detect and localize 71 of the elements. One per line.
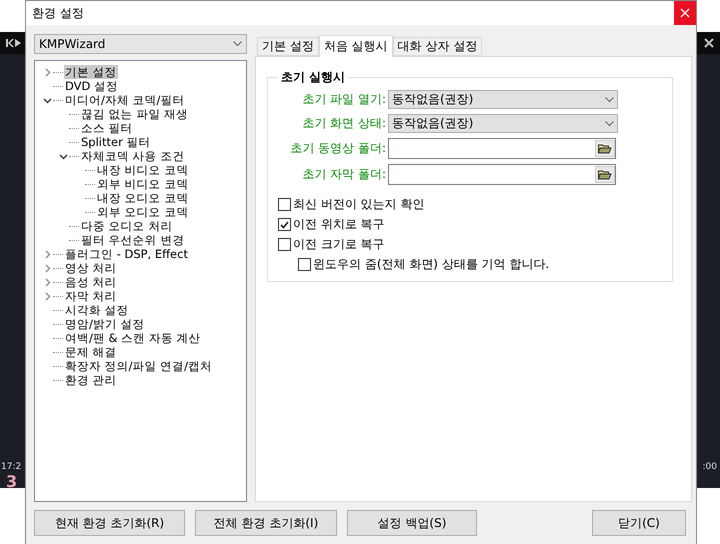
folder-input-field[interactable] (388, 138, 616, 159)
dropdown-chevron-icon (605, 96, 614, 102)
expand-chevron-icon[interactable] (43, 264, 52, 272)
checkbox-label: 최신 버전이 있는지 확인 (293, 196, 424, 213)
checkbox[interactable] (278, 218, 291, 231)
preset-dropdown[interactable]: KMPWizard (34, 34, 247, 54)
close-icon (680, 8, 690, 18)
checkbox-label: 이전 위치로 복구 (293, 216, 385, 233)
tree-item[interactable]: 기본 설정 (64, 65, 118, 79)
field-label: 초기 파일 열기: (301, 91, 386, 108)
folder-input-field[interactable] (388, 164, 616, 185)
action-button[interactable]: 현재 환경 초기화(R) (34, 510, 185, 536)
close-button[interactable] (674, 1, 696, 25)
dropdown-chevron-icon (605, 120, 614, 126)
browse-button[interactable] (595, 140, 615, 157)
expand-chevron-icon[interactable] (43, 250, 52, 258)
tree-item[interactable]: 미디어/자체 코덱/필터 (64, 93, 186, 107)
tree-item[interactable]: 내장 오디오 코덱 (96, 191, 190, 205)
counter-label: 3 (6, 472, 18, 491)
collapse-chevron-icon[interactable] (43, 96, 52, 104)
action-button[interactable]: 설정 백업(S) (347, 510, 477, 536)
tree-item[interactable]: 문제 해결 (64, 345, 118, 359)
close-dialog-button[interactable]: 닫기(C) (592, 510, 686, 536)
action-button[interactable]: 전체 환경 초기화(I) (195, 510, 337, 536)
time-label: :00 (702, 462, 717, 472)
checkbox-label: 이전 크기로 복구 (293, 236, 385, 253)
folder-icon (598, 143, 612, 154)
dropdown[interactable]: 동작없음(권장) (388, 114, 618, 133)
expand-chevron-icon[interactable] (43, 292, 52, 300)
tree-item[interactable]: 다중 오디오 처리 (80, 219, 174, 233)
tab[interactable]: 기본 설정 (257, 37, 319, 56)
window-title: 환경 설정 (31, 4, 84, 22)
checkbox[interactable] (298, 258, 311, 271)
dropdown-chevron-icon (233, 41, 242, 47)
tree-item[interactable]: 내장 비디오 코덱 (96, 163, 190, 177)
tree-item[interactable]: 외부 오디오 코덱 (96, 205, 190, 219)
tree-item[interactable]: 자체코덱 사용 조건 (80, 149, 186, 163)
tree-item[interactable]: 필터 우선순위 변경 (80, 233, 186, 247)
tree-item[interactable]: 자막 처리 (64, 289, 118, 303)
group-title: 초기 실행시 (280, 69, 346, 86)
tree-item[interactable]: Splitter 필터 (80, 135, 152, 149)
field-label: 초기 동영상 폴더: (289, 140, 386, 157)
checkbox[interactable] (278, 238, 291, 251)
tree-item[interactable]: 명암/밝기 설정 (64, 317, 146, 331)
tree-item[interactable]: 외부 비디오 코덱 (96, 177, 190, 191)
tree-item[interactable]: 여백/팬 & 스캔 자동 계산 (64, 331, 202, 345)
tree-item[interactable]: 시각화 설정 (64, 303, 130, 317)
browse-button[interactable] (595, 166, 615, 183)
expand-chevron-icon[interactable] (43, 278, 52, 286)
checkmark-icon (280, 220, 289, 228)
close-icon[interactable] (704, 38, 714, 48)
tree-item[interactable]: 소스 필터 (80, 121, 134, 135)
tree-item[interactable]: 영상 처리 (64, 261, 118, 275)
tab[interactable]: 대화 상자 설정 (392, 37, 482, 56)
checkbox[interactable] (278, 198, 291, 211)
tree-item[interactable]: 플러그인 - DSP, Effect (64, 247, 189, 261)
field-label: 초기 화면 상태: (301, 115, 386, 132)
field-label: 초기 자막 폴더: (301, 166, 386, 183)
expand-chevron-icon[interactable] (43, 68, 52, 76)
player-logo-icon (6, 39, 22, 47)
tree-item[interactable]: 끊김 없는 파일 재생 (80, 107, 189, 121)
tab[interactable]: 처음 실행시 (318, 35, 393, 57)
tree-item[interactable]: DVD 설정 (64, 79, 120, 93)
time-label: 17:2 (1, 462, 22, 472)
folder-icon (598, 169, 612, 180)
tree-item[interactable]: 확장자 정의/파일 연결/캡처 (64, 359, 214, 373)
dropdown[interactable]: 동작없음(권장) (388, 90, 618, 109)
checkbox-label: 윈도우의 줌(전체 화면) 상태를 기억 합니다. (313, 256, 550, 273)
collapse-chevron-icon[interactable] (59, 152, 68, 160)
tree-item[interactable]: 환경 관리 (64, 373, 118, 387)
tree-item[interactable]: 음성 처리 (64, 275, 118, 289)
